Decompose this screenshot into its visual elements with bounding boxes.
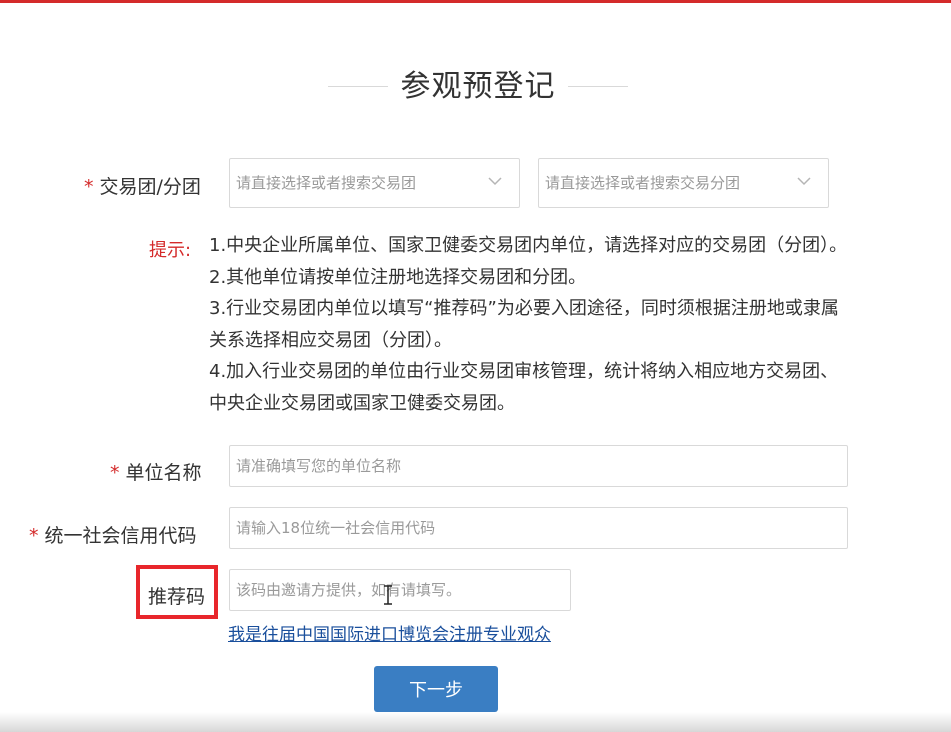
credit-code-input[interactable] (229, 507, 848, 549)
credit-code-label: 统一社会信用代码 (44, 525, 197, 547)
unit-name-input[interactable] (229, 445, 848, 487)
referral-code-highlight (136, 565, 218, 619)
page-title-group: 参观预登记 (328, 64, 628, 110)
title-divider-right (568, 86, 628, 87)
text-cursor-icon (384, 585, 392, 605)
required-mark: * (110, 462, 120, 484)
tip-line-2: 2.其他单位请按单位注册地选择交易团和分团。 (209, 266, 587, 288)
registration-page: 参观预登记 * 交易团/分团 请直接选择或者搜索交易团 请直接选择或者搜索交易分团… (0, 0, 951, 732)
trade-group-label-wrap: * 交易团/分团 (84, 172, 201, 199)
trade-group-select[interactable]: 请直接选择或者搜索交易团 (229, 158, 520, 208)
required-mark: * (29, 525, 39, 547)
tips-label: 提示: (149, 240, 192, 261)
trade-group-label: 交易团/分团 (99, 176, 201, 198)
tip-line-3: 3.行业交易团内单位以填写“推荐码”为必要入团途径，同时须根据注册地或隶属 (209, 298, 839, 319)
credit-code-label-wrap: * 统一社会信用代码 (29, 521, 197, 548)
tip-line-5: 4.加入行业交易团的单位由行业交易团审核管理，统计将纳入相应地方交易团、 (209, 361, 839, 382)
unit-name-label-wrap: * 单位名称 (110, 458, 202, 485)
page-title: 参观预登记 (400, 69, 556, 104)
unit-name-label: 单位名称 (125, 462, 202, 484)
tip-line-6: 中央企业交易团或国家卫健委交易团。 (209, 392, 515, 414)
bottom-edge-shadow (0, 712, 951, 732)
tip-line-4: 关系选择相应交易团（分团）。 (209, 329, 452, 351)
past-visitor-link[interactable]: 我是往届中国国际进口博览会注册专业观众 (228, 620, 551, 645)
chevron-down-icon (797, 177, 811, 186)
trade-subgroup-select[interactable]: 请直接选择或者搜索交易分团 (538, 158, 829, 208)
top-accent-bar (0, 0, 951, 3)
chevron-down-icon (488, 177, 502, 186)
trade-group-placeholder: 请直接选择或者搜索交易团 (236, 174, 417, 192)
required-mark: * (84, 176, 94, 198)
trade-subgroup-placeholder: 请直接选择或者搜索交易分团 (545, 174, 741, 192)
tips-text: 1.中央企业所属单位、国家卫健委交易团内单位，请选择对应的交易团（分团）。 2.… (209, 230, 899, 419)
next-step-button[interactable]: 下一步 (374, 666, 498, 712)
title-divider-left (328, 86, 388, 87)
referral-code-input[interactable] (229, 569, 571, 611)
tip-line-1: 1.中央企业所属单位、国家卫健委交易团内单位，请选择对应的交易团（分团）。 (209, 235, 848, 256)
